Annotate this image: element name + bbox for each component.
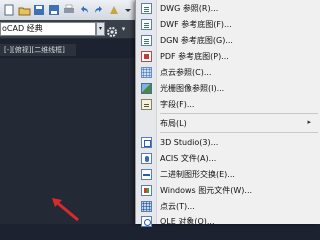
binary-dxf-icon [141,168,152,180]
insert-menu: DWG 参照(R)... DWF 参考底图(F)... DGN 参考底图(G).… [135,0,320,227]
menu-item-pdf-underlay[interactable]: PDF 参考底图(P)... [136,48,320,64]
new-file-icon[interactable] [2,3,16,17]
menu-item-acis-file[interactable]: ACIS 文件(A)... [136,150,320,166]
menu-item-field[interactable]: 字段(F)... [136,96,320,112]
menu-item-point-cloud-reference[interactable]: 点云参照(C)... [136,64,320,80]
raster-image-icon [141,82,152,94]
workspace-settings-dropdown[interactable]: ▾ [119,22,128,36]
redo-icon[interactable] [92,3,106,17]
pdf-underlay-icon [141,50,152,62]
workspace-bar: oCAD 经典 ▾ ▾ [0,20,135,39]
quick-access-toolbar [0,0,135,21]
menu-item-raster-image[interactable]: 光栅图像参照(I)... [136,80,320,96]
menu-item-dgn-underlay[interactable]: DGN 参考底图(G)... [136,32,320,48]
menu-separator [160,132,318,133]
open-folder-icon[interactable] [17,3,31,17]
menu-item-dwg-reference[interactable]: DWG 参照(R)... [136,0,320,16]
menu-item-3d-studio[interactable]: 3D Studio(3)... [136,134,320,150]
field-icon [141,98,152,110]
save-as-icon[interactable] [47,3,61,17]
submenu-arrow-icon: ▸ [307,118,311,126]
workspace-dropdown-button[interactable]: ▾ [96,22,105,36]
workspace-select[interactable]: oCAD 经典 [0,22,96,36]
menu-item-ole-object[interactable]: OLE 对象(O)... [136,213,320,229]
save-icon[interactable] [32,3,46,17]
match-properties-icon[interactable] [107,3,121,17]
menu-item-layout[interactable]: 布局(L) ▸ [136,115,320,131]
dgn-underlay-icon [141,34,152,46]
ole-object-icon [141,215,152,227]
menu-item-binary-dxf[interactable]: 二进制图形交换(E)... [136,166,320,182]
undo-icon[interactable] [77,3,91,17]
point-cloud-icon [141,66,152,78]
acis-file-icon [141,152,152,164]
menu-item-point-cloud[interactable]: 点云(T)... [136,198,320,214]
gear-icon[interactable] [106,23,118,37]
3d-studio-icon [141,136,152,148]
windows-metafile-icon [141,184,152,196]
plot-icon[interactable] [62,3,76,17]
point-cloud-object-icon [141,200,152,212]
dwf-underlay-icon [141,18,152,30]
toolbar-dropdown-icon[interactable] [121,3,135,17]
red-arrow-annotation [52,198,79,222]
menu-item-dwf-underlay[interactable]: DWF 参考底图(F)... [136,16,320,32]
menu-separator [160,113,318,114]
dwg-reference-icon [141,2,152,14]
menu-item-windows-metafile[interactable]: Windows 图元文件(W)... [136,182,320,198]
viewport-controls[interactable]: [-][俯视][二维线框] [0,44,76,56]
